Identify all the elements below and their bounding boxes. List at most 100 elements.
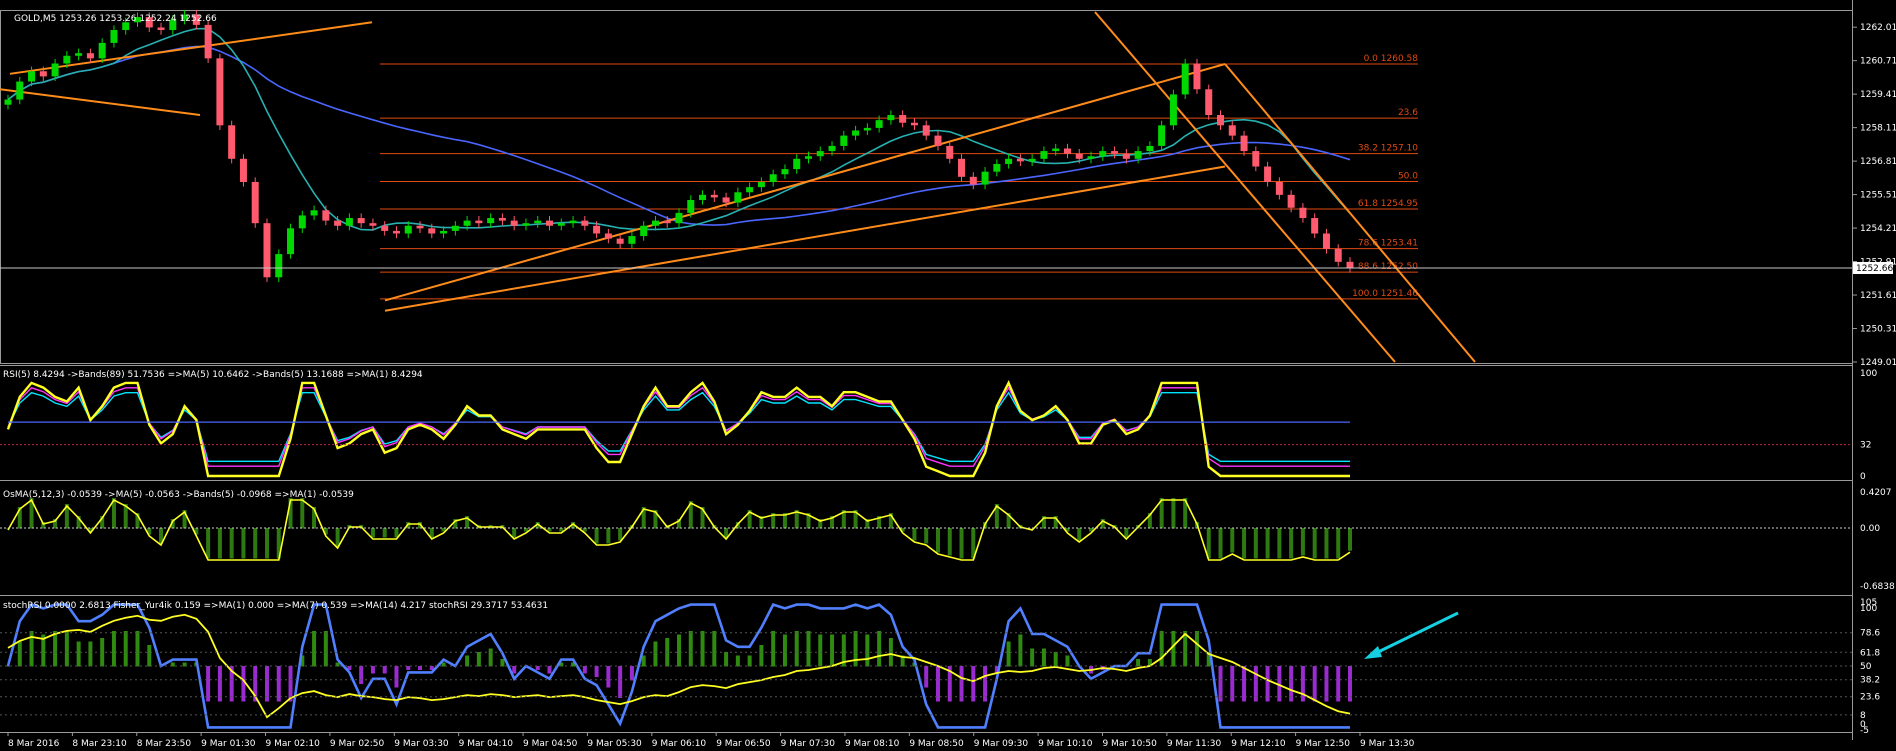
stoch-histogram-bar [653, 641, 658, 667]
price-chart-window[interactable]: 0.0 1260.58 23.6 38.2 1257.10 50.0 61.8 1254… [0, 0, 1896, 751]
stoch-histogram-bar [312, 631, 317, 667]
candle-body [569, 220, 577, 224]
candle-body [298, 215, 306, 229]
price-tick-label: 1250.31 [1860, 325, 1896, 335]
osma-histogram-bar [935, 528, 940, 553]
candle-body [28, 71, 36, 82]
stoch-histogram-bar [1018, 634, 1023, 667]
price-tick-label: 1251.61 [1860, 291, 1896, 301]
candle-body [593, 225, 601, 234]
candle-body [1205, 89, 1213, 116]
stoch-histogram-bar [747, 655, 752, 667]
candle-body [392, 230, 400, 234]
osma-histogram-bar [1230, 528, 1235, 553]
candle-body [451, 225, 459, 231]
candle-body [899, 115, 907, 123]
stoch-histogram-bar [853, 631, 858, 667]
osma-histogram-bar [1242, 528, 1247, 559]
candle-body [98, 42, 106, 59]
candle-body [887, 115, 895, 121]
stoch-histogram-bar [535, 666, 540, 670]
stoch-histogram-bar [618, 666, 623, 698]
stoch-histogram-bar [1041, 648, 1046, 667]
price-tick-label: 1256.81 [1860, 157, 1896, 167]
osma-histogram-bar [618, 528, 623, 541]
candle-body [910, 122, 918, 126]
candle-body [757, 181, 765, 188]
stoch-histogram-bar [735, 655, 740, 667]
osma-label: OsMA(5,12,3) -0.0539 ->MA(5) -0.0563 ->B… [3, 490, 354, 500]
candle-body [934, 135, 942, 146]
price-tick-label: 1258.11 [1860, 124, 1896, 134]
candle-body [734, 192, 742, 203]
candle-body [1252, 151, 1260, 167]
candle-body [310, 210, 318, 216]
candle-body [4, 99, 12, 105]
stoch-histogram-bar [370, 666, 375, 674]
time-tick-label: 9 Mar 02:50 [330, 739, 385, 749]
stoch-histogram-bar [1265, 666, 1270, 702]
osma-histogram-bar [924, 528, 929, 544]
osma-histogram-bar [1171, 498, 1176, 529]
candle-body [581, 220, 589, 226]
stoch-histogram-bar [830, 634, 835, 667]
stoch-histogram-bar [500, 659, 505, 667]
time-tick-label: 9 Mar 12:50 [1296, 739, 1351, 749]
candle-body [416, 225, 424, 229]
candle-body [1158, 125, 1166, 146]
candle-body [1063, 148, 1071, 154]
candle-body [1040, 151, 1048, 159]
stoch-histogram-bar [1171, 631, 1176, 667]
stoch-histogram-bar [759, 645, 764, 667]
candle-body [1264, 166, 1272, 182]
osma-histogram-bar [335, 528, 340, 547]
stoch-histogram-bar [476, 652, 481, 667]
stoch-histogram-bar [806, 631, 811, 667]
candle-body [463, 220, 471, 226]
stoch-histogram-bar [1242, 666, 1247, 702]
candle-body [440, 230, 448, 234]
stoch-histogram-bar [1218, 666, 1223, 702]
stoch-histogram-bar [512, 666, 517, 674]
price-tick-label: 1262.01 [1860, 23, 1896, 33]
stoch-histogram-bar [1336, 666, 1341, 702]
time-tick-label: 9 Mar 05:30 [587, 739, 642, 749]
time-tick-label: 9 Mar 08:10 [845, 739, 900, 749]
stoch-histogram-bar [971, 666, 976, 702]
candle-body [875, 120, 883, 128]
candle-body [640, 225, 648, 237]
stoch-histogram-bar [582, 666, 587, 674]
osma-histogram-bar [606, 528, 611, 544]
stoch-histogram-bar [1289, 666, 1294, 702]
stoch-histogram-bar [217, 666, 222, 702]
stoch-tick-label: -5 [1860, 726, 1869, 736]
stoch-histogram-bar [677, 634, 681, 667]
stoch-histogram-bar [547, 666, 552, 674]
osma-histogram-bar [1300, 528, 1305, 556]
stoch-histogram-bar [1300, 666, 1305, 702]
candle-body [275, 254, 283, 278]
price-tick-label: 1260.71 [1860, 57, 1896, 67]
candle-body [1346, 261, 1354, 268]
stoch-histogram-bar [382, 666, 387, 674]
osma-histogram-bar [1277, 528, 1282, 559]
candle-body [357, 218, 365, 224]
candle-body [251, 181, 259, 224]
current-price-value: 1252.66 [1856, 264, 1893, 274]
stoch-histogram-bar [406, 666, 411, 670]
time-tick-label: 9 Mar 07:30 [781, 739, 836, 749]
fib-level-label: 100.0 1251.46 [1352, 289, 1418, 299]
stoch-histogram-bar [1159, 631, 1164, 667]
fib-level-label: 78.6 1253.41 [1358, 239, 1418, 249]
time-tick-label: 8 Mar 2016 [8, 739, 60, 749]
candle-body [487, 218, 495, 224]
osma-histogram-bar [1218, 528, 1223, 559]
stoch-histogram-bar [924, 666, 929, 688]
rsi-label: RSI(5) 8.4294 ->Bands(89) 51.7536 =>MA(5… [3, 370, 423, 380]
candle-body [557, 223, 565, 226]
osma-histogram-bar [382, 528, 387, 538]
stoch-histogram-bar [123, 631, 128, 667]
candle-body [216, 58, 224, 126]
fib-level-label: 23.6 [1398, 108, 1418, 118]
candle-body [746, 187, 754, 193]
